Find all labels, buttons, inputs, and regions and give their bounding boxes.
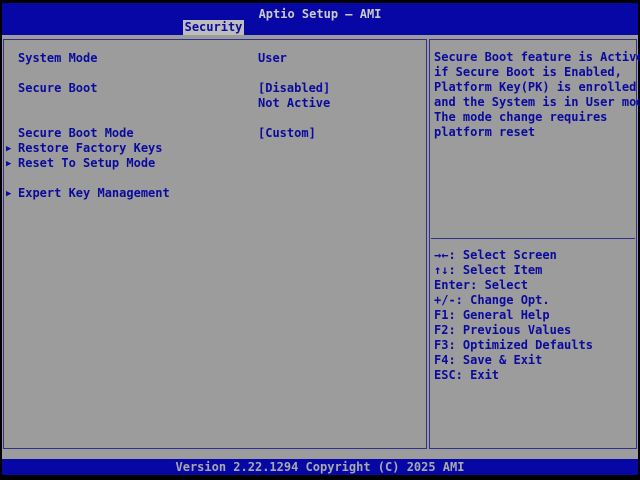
- key-hint-general-help: F1: General Help: [434, 308, 550, 323]
- header-band: Aptio Setup – AMI Security: [2, 3, 638, 35]
- key-hint-previous-values: F2: Previous Values: [434, 323, 571, 338]
- submenu-row-reset-to-setup-mode[interactable]: ▶ Reset To Setup Mode: [4, 156, 426, 171]
- help-text-line: platform reset: [434, 125, 535, 140]
- setting-value: [Disabled]: [258, 81, 330, 96]
- setting-value: [Custom]: [258, 126, 316, 141]
- setting-label: Secure Boot Mode: [18, 126, 134, 141]
- key-hint-save-exit: F4: Save & Exit: [434, 353, 542, 368]
- key-hint-esc-exit: ESC: Exit: [434, 368, 499, 383]
- app-title: Aptio Setup – AMI: [2, 7, 638, 21]
- help-text-line: and the System is in User mode.: [434, 95, 640, 110]
- setting-value: User: [258, 51, 287, 66]
- submenu-arrow-icon: ▶: [6, 157, 11, 172]
- version-bar: Version 2.22.1294 Copyright (C) 2025 AMI: [2, 459, 638, 475]
- help-text-line: Secure Boot feature is Active: [434, 50, 640, 65]
- help-text-line: Platform Key(PK) is enrolled: [434, 80, 636, 95]
- help-panel-divider: [431, 238, 635, 239]
- help-panel: Secure Boot feature is Active if Secure …: [429, 39, 637, 449]
- setting-row-secure-boot-status: Not Active: [4, 96, 426, 111]
- submenu-label: Restore Factory Keys: [18, 141, 163, 156]
- submenu-label: Expert Key Management: [18, 186, 170, 201]
- key-hint-enter-select: Enter: Select: [434, 278, 528, 293]
- help-text-line: The mode change requires: [434, 110, 607, 125]
- submenu-label: Reset To Setup Mode: [18, 156, 155, 171]
- key-hint-select-screen: →←: Select Screen: [434, 248, 557, 263]
- key-hint-change-opt: +/-: Change Opt.: [434, 293, 550, 308]
- submenu-arrow-icon: ▶: [6, 142, 11, 157]
- key-hint-select-item: ↑↓: Select Item: [434, 263, 542, 278]
- setup-body: System Mode User Secure Boot [Disabled] …: [2, 35, 638, 459]
- key-hint-optimized-defaults: F3: Optimized Defaults: [434, 338, 593, 353]
- bios-setup-screen: Aptio Setup – AMI Security System Mode U…: [0, 0, 640, 480]
- tab-security[interactable]: Security: [183, 20, 244, 35]
- options-panel: System Mode User Secure Boot [Disabled] …: [3, 39, 427, 449]
- setting-row-secure-boot-mode[interactable]: Secure Boot Mode [Custom]: [4, 126, 426, 141]
- submenu-arrow-icon: ▶: [6, 187, 11, 202]
- status-text: Not Active: [258, 96, 330, 111]
- setting-label: Secure Boot: [18, 81, 97, 96]
- submenu-row-expert-key-management[interactable]: ▶ Expert Key Management: [4, 186, 426, 201]
- submenu-row-restore-factory-keys[interactable]: ▶ Restore Factory Keys: [4, 141, 426, 156]
- setting-row-system-mode[interactable]: System Mode User: [4, 51, 426, 66]
- help-text-line: if Secure Boot is Enabled,: [434, 65, 622, 80]
- setting-row-secure-boot[interactable]: Secure Boot [Disabled]: [4, 81, 426, 96]
- setting-label: System Mode: [18, 51, 97, 66]
